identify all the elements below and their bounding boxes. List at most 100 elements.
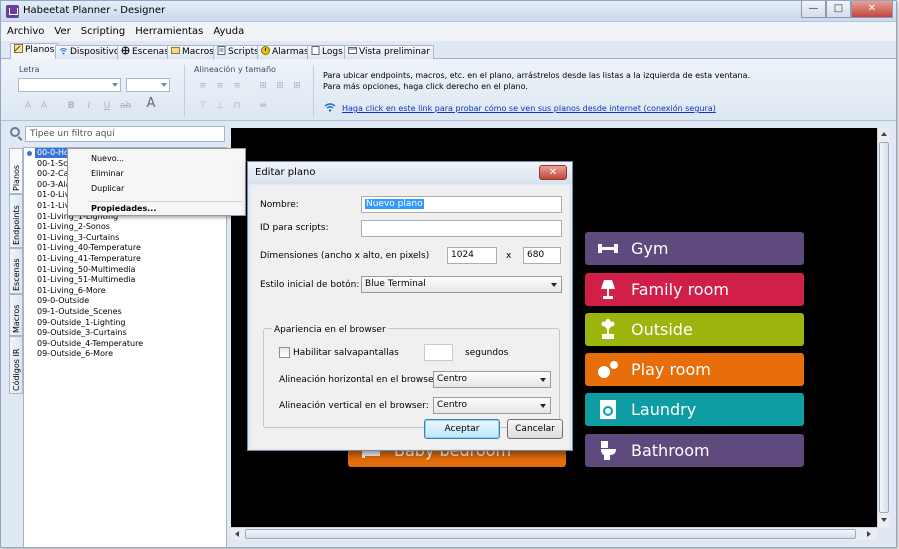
tree-item[interactable]: 09-Outside_6-More — [37, 349, 113, 359]
ctx-properties[interactable]: Propiedades... — [91, 204, 156, 213]
filter-input[interactable]: Tipee un filtro aquí — [25, 126, 225, 142]
vtab-planos[interactable]: Planos — [9, 148, 23, 194]
script-id-field[interactable] — [361, 220, 562, 237]
chevron-down-icon — [112, 83, 118, 87]
tile-bathroom[interactable]: Bathroom — [585, 434, 804, 467]
tree-item[interactable]: 09-Outside_1-Lighting — [37, 318, 126, 328]
tab-planos[interactable]: Planos — [10, 43, 59, 60]
scroll-thumb[interactable] — [879, 142, 889, 513]
tile-gym[interactable]: Gym — [585, 232, 804, 265]
tree-item[interactable]: 01-Living_6-More — [37, 286, 106, 296]
italic-icon[interactable]: I — [84, 101, 94, 111]
menu-bar: Archivo Ver Scripting Herramientas Ayuda — [1, 22, 896, 41]
ctx-duplicate[interactable]: Duplicar — [91, 184, 124, 193]
same-height-icon[interactable]: ⊞ — [275, 81, 285, 91]
strike-icon[interactable]: ab — [120, 101, 131, 111]
screensaver-seconds-field[interactable] — [424, 344, 453, 361]
accept-button[interactable]: Aceptar — [424, 419, 500, 439]
horizontal-align-label: Alineación horizontal en el browser: — [279, 375, 441, 385]
font-size-combo[interactable] — [126, 78, 170, 92]
cancel-button[interactable]: Cancelar — [507, 419, 563, 439]
minimize-button[interactable]: — — [801, 1, 826, 18]
tree-item[interactable]: 09-Outside_4-Temperature — [37, 339, 143, 349]
chevron-down-icon — [540, 378, 546, 382]
menu-scripting[interactable]: Scripting — [81, 26, 125, 37]
bold-icon[interactable]: B — [66, 101, 76, 111]
script-id-label: ID para scripts: — [260, 223, 329, 233]
font-grow-icon[interactable]: A — [23, 101, 33, 111]
dumbbell-icon — [598, 244, 618, 253]
vtab-escenas[interactable]: Escenas — [9, 248, 23, 294]
ctx-delete[interactable]: Eliminar — [91, 169, 124, 178]
align-top-icon[interactable]: ⊤ — [198, 101, 208, 111]
align-center-icon[interactable]: ≡ — [215, 81, 225, 91]
tile-family-room[interactable]: Family room — [585, 273, 804, 306]
font-shrink-icon[interactable]: A — [39, 101, 49, 111]
font-color-icon[interactable]: A — [146, 97, 156, 110]
tab-scripts[interactable]: Scripts — [213, 45, 263, 59]
scroll-thumb[interactable] — [245, 529, 856, 539]
align-left-icon[interactable]: ≡ — [198, 81, 208, 91]
tree-item[interactable]: 01-Living_2-Sonos — [37, 222, 110, 232]
tree-item-selected[interactable]: 00-0-Ho — [35, 148, 71, 158]
scroll-left-icon[interactable] — [235, 531, 239, 537]
vtab-codigos-ir[interactable]: Códigos IR — [9, 336, 23, 394]
vtab-endpoints[interactable]: Endpoints — [9, 194, 23, 248]
tile-play-room[interactable]: Play room — [585, 353, 804, 386]
tree-item[interactable]: 01-Living_51-Multimedia — [37, 275, 135, 285]
width-field[interactable]: 1024 — [447, 247, 497, 264]
close-button[interactable]: ✕ — [851, 1, 893, 18]
secure-preview-link[interactable]: Haga click en este link para probar cómo… — [342, 104, 716, 113]
tree-item[interactable]: 01-Living_41-Temperature — [37, 254, 141, 264]
menu-ayuda[interactable]: Ayuda — [213, 26, 244, 37]
tree-item[interactable]: 01-Living_40-Temperature — [37, 243, 141, 253]
screensaver-checkbox[interactable] — [279, 347, 290, 358]
tree-item[interactable]: 01-Living_3-Curtains — [37, 233, 119, 243]
scroll-up-icon[interactable] — [881, 132, 887, 136]
space-horizontal-icon[interactable]: ⇹ — [258, 101, 268, 111]
ribbon: Letra A A B I U ab A Alineación y tamaño… — [1, 59, 896, 121]
maximize-button[interactable]: □ — [826, 1, 851, 18]
dialog-close-button[interactable]: ✕ — [539, 165, 567, 180]
align-middle-icon[interactable]: ⊥ — [215, 101, 225, 111]
menu-herramientas[interactable]: Herramientas — [135, 26, 203, 37]
button-style-select[interactable]: Blue Terminal — [361, 276, 562, 293]
scroll-down-icon[interactable] — [881, 518, 887, 522]
ribbon-separator — [313, 65, 314, 117]
vertical-tabs: Planos Endpoints Escenas Macros Códigos … — [9, 148, 23, 394]
chevron-down-icon — [551, 283, 557, 287]
tree-item[interactable]: 00-3-Ala — [37, 180, 70, 190]
tab-logs[interactable]: Logs — [307, 45, 347, 59]
canvas-horizontal-scrollbar[interactable] — [231, 527, 877, 540]
tile-outside[interactable]: Outside — [585, 313, 804, 346]
align-bottom-icon[interactable]: ⊓ — [232, 101, 242, 111]
tree-item[interactable]: 09-Outside_3-Curtains — [37, 328, 127, 338]
align-right-icon[interactable]: ≡ — [232, 81, 242, 91]
preview-icon — [348, 47, 357, 54]
ctx-new[interactable]: Nuevo... — [91, 154, 124, 163]
horizontal-align-value: Centro — [437, 374, 468, 384]
height-field[interactable]: 680 — [523, 247, 561, 264]
same-width-icon[interactable]: ⊞ — [258, 81, 268, 91]
name-field[interactable]: Nuevo plano — [361, 196, 562, 213]
tab-vista-preliminar[interactable]: Vista preliminar — [344, 45, 434, 59]
menu-archivo[interactable]: Archivo — [7, 26, 44, 37]
menu-ver[interactable]: Ver — [54, 26, 70, 37]
underline-icon[interactable]: U — [102, 101, 112, 111]
tile-laundry[interactable]: Laundry — [585, 393, 804, 426]
tree-item[interactable]: 01-Living_50-Multimedia — [37, 265, 135, 275]
dimensions-label: Dimensiones (ancho x alto, en pixels) — [260, 251, 430, 261]
tab-macros[interactable]: Macros — [167, 45, 218, 59]
vertical-align-select[interactable]: Centro — [433, 397, 551, 414]
horizontal-align-select[interactable]: Centro — [433, 371, 551, 388]
same-size-icon[interactable]: ⊞ — [292, 81, 302, 91]
tab-escenas[interactable]: Escenas — [117, 45, 173, 59]
vtab-macros[interactable]: Macros — [9, 294, 23, 336]
scroll-right-icon[interactable] — [867, 531, 871, 537]
tree-item[interactable]: 09-1-Outside_Scenes — [37, 307, 122, 317]
canvas-vertical-scrollbar[interactable] — [877, 128, 890, 528]
tab-alarmas[interactable]: Alarmas — [257, 45, 313, 59]
font-family-combo[interactable] — [18, 78, 121, 92]
tree-item[interactable]: 09-0-Outside — [37, 296, 89, 306]
tree-item[interactable]: 00-2-Ca — [37, 169, 69, 179]
